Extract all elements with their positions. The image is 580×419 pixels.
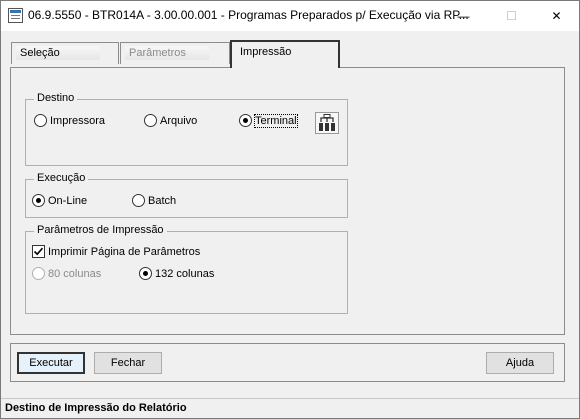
radio-arquivo[interactable]: Arquivo: [144, 114, 197, 127]
imprimir-parametros-checkbox[interactable]: Imprimir Página de Parâmetros: [32, 245, 200, 258]
radio-batch-label: Batch: [148, 194, 177, 207]
radio-terminal-label: Terminal: [254, 113, 298, 128]
tab-impressao[interactable]: Impressão: [230, 40, 340, 68]
radio-132-colunas-label: 132 colunas: [155, 267, 215, 280]
execucao-group: Execução On-Line Batch: [25, 172, 348, 218]
radio-132-colunas[interactable]: 132 colunas: [139, 267, 214, 280]
destino-group: Destino Impressora Arquivo Terminal: [25, 92, 348, 166]
destino-group-title: Destino: [34, 92, 78, 104]
tab-impressao-label: Impressão: [236, 45, 320, 59]
tab-parametros[interactable]: Parâmetros: [120, 42, 230, 64]
terminal-config-icon[interactable]: [315, 112, 339, 134]
radio-batch[interactable]: Batch: [132, 194, 176, 207]
tab-selecao-label: Seleção: [16, 46, 100, 60]
maximize-button[interactable]: ☐: [489, 1, 534, 30]
fechar-button[interactable]: Fechar: [94, 352, 162, 374]
radio-impressora[interactable]: Impressora: [34, 114, 105, 127]
tab-panel-impressao: Destino Impressora Arquivo Terminal Exec…: [10, 67, 565, 335]
imprimir-parametros-checkbox-box: [32, 245, 45, 258]
tab-parametros-label: Parâmetros: [125, 46, 209, 60]
parametros-impressao-group: Parâmetros de Impressão Imprimir Página …: [25, 224, 348, 314]
radio-arquivo-label: Arquivo: [160, 114, 198, 127]
radio-online[interactable]: On-Line: [32, 194, 87, 207]
execucao-group-title: Execução: [34, 172, 89, 184]
tab-selecao[interactable]: Seleção: [11, 42, 119, 64]
radio-batch-indicator: [132, 194, 145, 207]
minimize-button[interactable]: —: [441, 1, 486, 30]
imprimir-parametros-label: Imprimir Página de Parâmetros: [48, 245, 201, 258]
radio-online-label: On-Line: [48, 194, 88, 207]
parametros-impressao-group-title: Parâmetros de Impressão: [34, 224, 167, 236]
radio-80-colunas-label: 80 colunas: [48, 267, 102, 280]
radio-online-indicator: [32, 194, 45, 207]
checkmark-icon: [33, 247, 44, 256]
radio-impressora-indicator: [34, 114, 47, 127]
radio-80-colunas-indicator: [32, 267, 45, 280]
radio-terminal[interactable]: Terminal: [239, 113, 298, 128]
app-icon: [8, 8, 23, 23]
executar-button[interactable]: Executar: [17, 352, 85, 374]
terminal-config-icon-graphic: [319, 114, 335, 131]
title-bar: 06.9.5550 - BTR014A - 3.00.00.001 - Prog…: [1, 1, 579, 31]
radio-impressora-label: Impressora: [50, 114, 106, 127]
radio-132-colunas-indicator: [139, 267, 152, 280]
radio-terminal-indicator: [239, 114, 252, 127]
window-title: 06.9.5550 - BTR014A - 3.00.00.001 - Prog…: [28, 8, 469, 22]
radio-80-colunas[interactable]: 80 colunas: [32, 267, 101, 280]
button-bar: Executar Fechar Ajuda: [10, 343, 565, 382]
ajuda-button[interactable]: Ajuda: [486, 352, 554, 374]
close-window-button[interactable]: ✕: [534, 1, 579, 30]
radio-arquivo-indicator: [144, 114, 157, 127]
status-bar: Destino de Impressão do Relatório: [1, 398, 579, 418]
dialog-window: 06.9.5550 - BTR014A - 3.00.00.001 - Prog…: [0, 0, 580, 419]
